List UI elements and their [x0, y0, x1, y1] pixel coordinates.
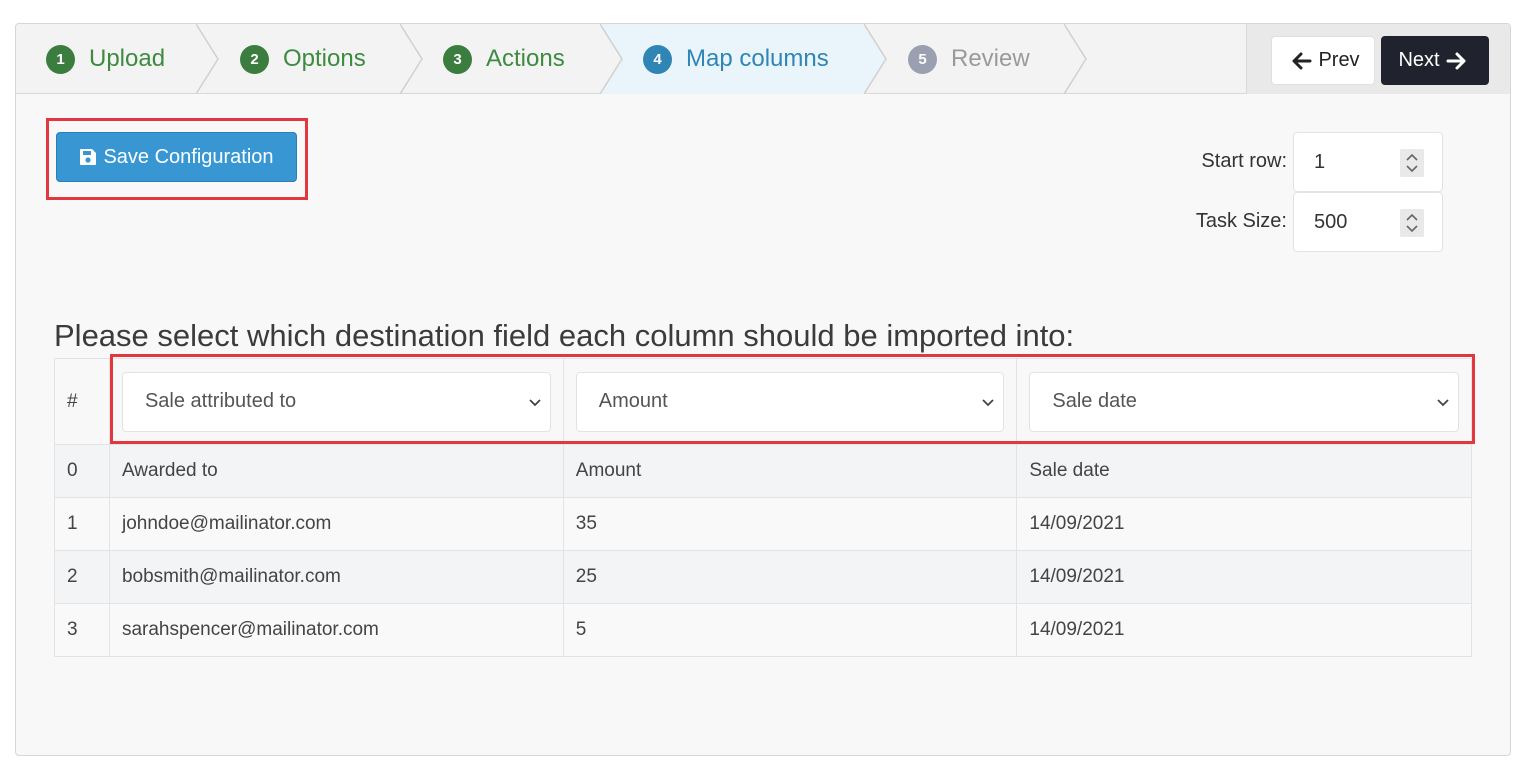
task-size-value: 500	[1314, 210, 1348, 233]
arrow-right-icon	[1446, 52, 1466, 69]
row-index: 1	[54, 497, 110, 551]
table-row: 1 johndoe@mailinator.com 35 14/09/2021	[54, 497, 1472, 551]
table-cell: 14/09/2021	[1016, 497, 1472, 551]
next-label: Next	[1398, 49, 1440, 71]
start-row-value: 1	[1314, 150, 1326, 173]
step-label: Upload	[89, 45, 166, 72]
selects-highlight-box	[110, 354, 1475, 444]
wizard-nav: Prev Next	[1246, 24, 1510, 94]
step-number: 1	[46, 44, 75, 74]
step-separator-icon	[196, 24, 219, 94]
number-spinner-icon[interactable]	[1400, 209, 1424, 237]
step-label: Map columns	[686, 45, 829, 72]
table-cell: 35	[562, 497, 1018, 551]
table-cell: Sale date	[1016, 444, 1472, 498]
step-separator-icon	[600, 24, 623, 94]
step-map-columns[interactable]: 4 Map columns	[600, 24, 864, 94]
table-row: 2 bobsmith@mailinator.com 25 14/09/2021	[54, 550, 1472, 604]
row-index: 2	[54, 550, 110, 604]
step-number: 3	[443, 44, 472, 74]
start-row-label: Start row:	[1201, 150, 1287, 172]
table-cell: sarahspencer@mailinator.com	[108, 603, 564, 657]
wizard-steps: 1 Upload 2 Options 3 Actions 4 Map colum…	[16, 24, 1510, 94]
number-spinner-icon[interactable]	[1400, 149, 1424, 177]
step-label: Options	[283, 45, 366, 72]
step-number: 5	[908, 44, 937, 74]
step-upload[interactable]: 1 Upload	[16, 24, 196, 94]
step-separator-icon	[864, 24, 887, 94]
task-size-label: Task Size:	[1195, 210, 1287, 232]
table-cell: 25	[562, 550, 1018, 604]
table-cell: 14/09/2021	[1016, 550, 1472, 604]
table-cell: johndoe@mailinator.com	[108, 497, 564, 551]
prev-button[interactable]: Prev	[1271, 36, 1375, 85]
step-actions[interactable]: 3 Actions	[424, 24, 600, 94]
step-label: Actions	[486, 45, 565, 72]
row-index: 3	[54, 603, 110, 657]
prev-label: Prev	[1318, 49, 1360, 71]
step-number: 2	[240, 44, 269, 74]
next-button[interactable]: Next	[1381, 36, 1489, 85]
table-cell: Amount	[562, 444, 1018, 498]
row-index: 0	[54, 444, 110, 498]
step-number: 4	[643, 44, 672, 74]
table-row: 3 sarahspencer@mailinator.com 5 14/09/20…	[54, 603, 1472, 657]
mapping-instruction: Please select which destination field ea…	[54, 318, 1075, 353]
floppy-disk-icon	[80, 149, 97, 165]
step-options[interactable]: 2 Options	[220, 24, 400, 94]
import-wizard-panel: 1 Upload 2 Options 3 Actions 4 Map colum…	[15, 23, 1511, 756]
table-cell: bobsmith@mailinator.com	[108, 550, 564, 604]
save-label: Save Configuration	[103, 145, 274, 168]
table-cell: Awarded to	[108, 444, 564, 498]
step-separator-icon	[1064, 24, 1087, 94]
table-cell: 5	[562, 603, 1018, 657]
save-configuration-button[interactable]: Save Configuration	[56, 132, 297, 182]
arrow-left-icon	[1292, 52, 1312, 69]
table-cell: 14/09/2021	[1016, 603, 1472, 657]
step-label: Review	[951, 45, 1030, 72]
task-size-input[interactable]: 500	[1293, 192, 1443, 252]
table-row: 0 Awarded to Amount Sale date	[54, 444, 1472, 498]
start-row-input[interactable]: 1	[1293, 132, 1443, 192]
row-number-header: #	[54, 358, 110, 445]
step-separator-icon	[400, 24, 423, 94]
step-review[interactable]: 5 Review	[888, 24, 1064, 94]
